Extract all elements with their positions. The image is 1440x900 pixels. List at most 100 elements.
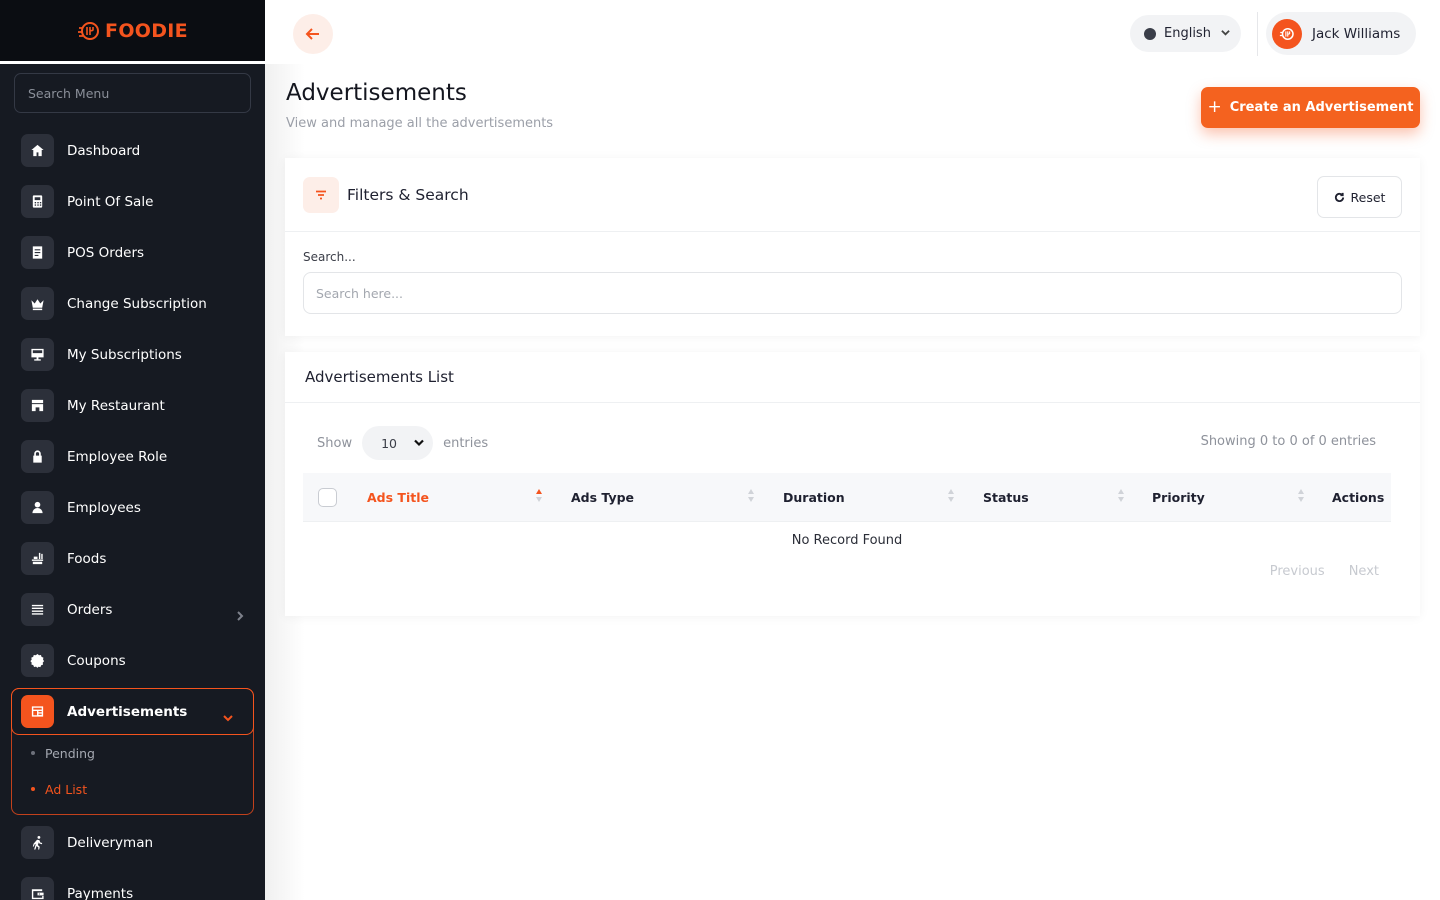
search-input[interactable]: [303, 272, 1402, 314]
sidebar-item-change-subscription[interactable]: Change Subscription: [0, 278, 265, 329]
user-menu[interactable]: Jack Williams: [1266, 12, 1416, 55]
search-menu-field[interactable]: [14, 73, 251, 113]
column-header-actions: Actions: [1332, 473, 1384, 521]
table-header: Ads Title Ads Type Duration Status Prior…: [303, 473, 1391, 521]
filter-icon: [303, 176, 339, 213]
column-header-duration[interactable]: Duration: [783, 473, 845, 521]
column-label: Duration: [783, 489, 845, 505]
column-label: Status: [983, 489, 1029, 505]
language-selector[interactable]: English: [1130, 15, 1241, 52]
user-icon: [21, 491, 54, 524]
create-advertisement-button[interactable]: + Create an Advertisement: [1201, 87, 1420, 128]
sidebar-item-label: Foods: [67, 550, 107, 567]
filters-card: Filters & Search Reset Search...: [285, 158, 1420, 336]
sort-icon: [536, 489, 542, 503]
sidebar-item-deliveryman[interactable]: Deliveryman: [0, 817, 265, 868]
foodie-logo-icon: [1279, 27, 1294, 40]
sort-icon: [948, 489, 954, 503]
chevron-down-icon: [414, 439, 424, 447]
column-header-ads-title[interactable]: Ads Title: [367, 473, 429, 521]
page-title: Advertisements: [286, 80, 467, 106]
show-label: Show: [317, 435, 353, 451]
reset-label: Reset: [1350, 189, 1386, 205]
sidebar-item-coupons[interactable]: Coupons: [0, 635, 265, 686]
sidebar-item-payments[interactable]: Payments: [0, 868, 265, 900]
crown-icon: [21, 287, 54, 320]
sidebar-subitem-label: Pending: [45, 745, 95, 761]
foodie-logo-icon: [78, 21, 100, 40]
empty-table-row: No Record Found: [303, 521, 1391, 559]
sidebar-item-advertisements[interactable]: Advertisements: [11, 688, 254, 735]
sidebar-menu: Dashboard Point Of Sale POS Orders Chang…: [0, 125, 265, 900]
select-all-checkbox[interactable]: [318, 488, 337, 507]
brand-logo[interactable]: FOODIE: [77, 19, 188, 43]
advertisements-table: Ads Title Ads Type Duration Status Prior…: [303, 473, 1391, 559]
sidebar-item-label: Dashboard: [67, 142, 141, 159]
sidebar-item-label: Employees: [67, 499, 141, 516]
sidebar-item-label: Advertisements: [67, 703, 188, 720]
bullet-icon: [31, 787, 35, 791]
column-label: Priority: [1152, 489, 1205, 505]
column-header-ads-type[interactable]: Ads Type: [571, 473, 634, 521]
chevron-right-icon: [235, 606, 244, 621]
plus-icon: +: [1207, 97, 1222, 117]
home-icon: [21, 134, 54, 167]
food-icon: [21, 542, 54, 575]
sidebar-item-label: POS Orders: [67, 244, 145, 261]
refresh-icon: [1334, 192, 1344, 202]
create-advertisement-label: Create an Advertisement: [1229, 100, 1414, 115]
avatar: [1272, 18, 1302, 49]
bullet-icon: [31, 751, 35, 755]
sidebar-subitem-pending[interactable]: Pending: [12, 735, 253, 771]
sidebar: FOODIE Dashboard Point Of Sale POS Order…: [0, 0, 265, 900]
list-icon: [21, 593, 54, 626]
sidebar-item-employees[interactable]: Employees: [0, 482, 265, 533]
advertisements-list-card: Advertisements List Show 10 entries Show…: [285, 352, 1420, 616]
column-label: Actions: [1332, 489, 1385, 505]
monitor-icon: [21, 338, 54, 371]
sidebar-item-label: Deliveryman: [67, 834, 154, 851]
calculator-icon: [21, 185, 54, 218]
next-page-button[interactable]: Next: [1349, 564, 1379, 579]
search-menu-input[interactable]: [28, 85, 250, 101]
user-name: Jack Williams: [1312, 25, 1401, 42]
sidebar-item-pos-orders[interactable]: POS Orders: [0, 227, 265, 278]
sidebar-item-label: Point Of Sale: [67, 193, 154, 210]
page-size-control: Show 10 entries: [317, 426, 488, 460]
arrow-left-icon: [305, 28, 319, 40]
sidebar-item-dashboard[interactable]: Dashboard: [0, 125, 265, 176]
brand-name: FOODIE: [105, 19, 188, 42]
entries-info: Showing 0 to 0 of 0 entries: [1200, 434, 1376, 449]
sidebar-item-my-subscriptions[interactable]: My Subscriptions: [0, 329, 265, 380]
wallet-icon: [21, 877, 54, 900]
sidebar-item-label: Change Subscription: [67, 295, 207, 312]
sidebar-item-employee-role[interactable]: Employee Role: [0, 431, 265, 482]
language-label: English: [1164, 26, 1211, 41]
topbar-divider: [1257, 12, 1258, 56]
sidebar-subitem-ad-list[interactable]: Ad List: [12, 771, 253, 807]
reset-button[interactable]: Reset: [1317, 176, 1402, 218]
sidebar-item-point-of-sale[interactable]: Point Of Sale: [0, 176, 265, 227]
sidebar-item-my-restaurant[interactable]: My Restaurant: [0, 380, 265, 431]
sidebar-item-label: Coupons: [67, 652, 126, 669]
logo-bar: FOODIE: [0, 0, 265, 64]
lock-icon: [21, 440, 54, 473]
column-header-priority[interactable]: Priority: [1152, 473, 1205, 521]
chevron-down-icon: [223, 708, 233, 721]
previous-page-button[interactable]: Previous: [1270, 564, 1325, 579]
column-label: Ads Title: [367, 489, 429, 505]
globe-icon: [1144, 27, 1156, 40]
column-label: Ads Type: [571, 489, 635, 505]
back-button[interactable]: [293, 14, 333, 54]
entries-label: entries: [443, 435, 489, 451]
sidebar-item-label: Orders: [67, 601, 113, 618]
sort-icon: [748, 489, 754, 503]
sidebar-item-foods[interactable]: Foods: [0, 533, 265, 584]
column-header-status[interactable]: Status: [983, 473, 1029, 521]
sidebar-item-label: My Restaurant: [67, 397, 165, 414]
page-size-select[interactable]: 10: [362, 426, 434, 460]
search-label: Search...: [303, 250, 356, 264]
sidebar-group-advertisements: Advertisements Pending Ad List: [11, 688, 254, 815]
page-subtitle: View and manage all the advertisements: [286, 116, 554, 131]
sidebar-item-orders[interactable]: Orders: [0, 584, 265, 635]
